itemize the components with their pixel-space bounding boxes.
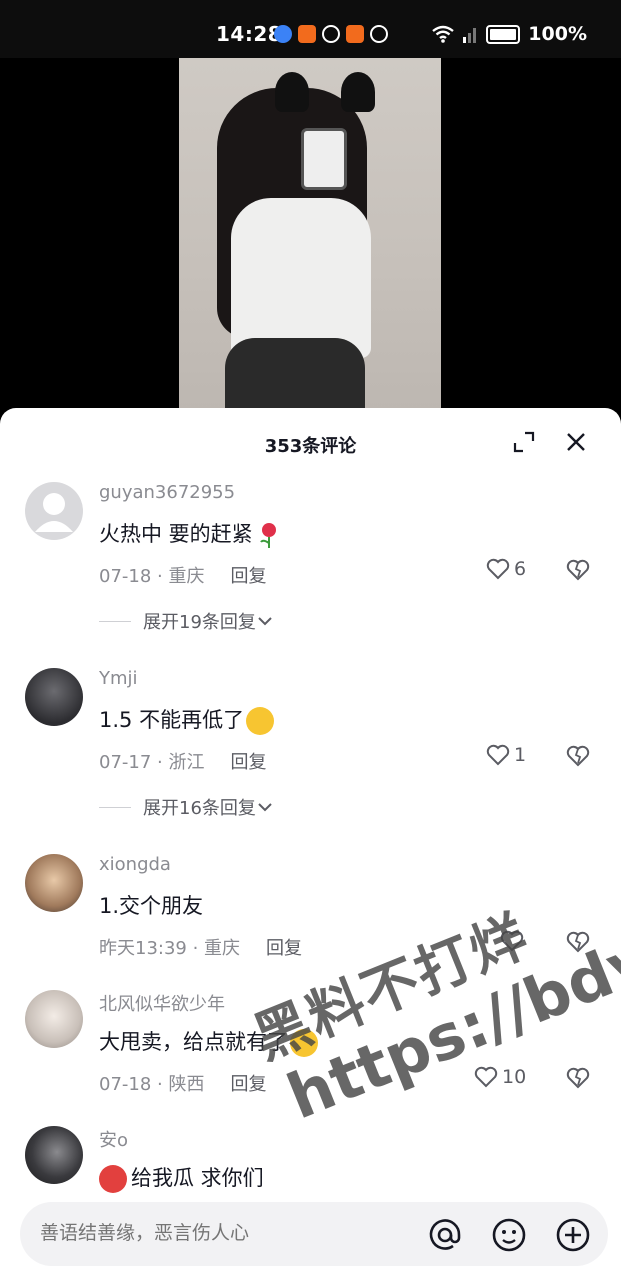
comment-text-content: 给我瓜 求你们 — [131, 1166, 264, 1190]
like-count: 1 — [514, 744, 527, 766]
like-count: 6 — [514, 558, 527, 580]
status-time: 14:28 — [216, 22, 283, 46]
reply-button[interactable]: 回复 — [266, 938, 302, 959]
comment-date: 07-18 — [99, 566, 152, 587]
comment-location: 重庆 — [168, 566, 205, 587]
wifi-icon — [432, 25, 455, 43]
comment-text-content: 大甩卖，给点就有了 — [99, 1030, 288, 1054]
like-button[interactable] — [500, 930, 524, 952]
reply-button[interactable]: 回复 — [230, 752, 266, 773]
comment-meta: 07-17 · 浙江 回复 — [99, 752, 267, 773]
video-player[interactable] — [0, 58, 621, 410]
comment-input-bar — [20, 1202, 608, 1266]
chevron-down-icon — [258, 803, 272, 812]
broken-heart-icon[interactable] — [566, 744, 590, 768]
comment-text: 1.交个朋友 — [99, 894, 204, 918]
like-button[interactable]: 10 — [474, 1066, 526, 1088]
comment-username[interactable]: 安o — [99, 1126, 128, 1152]
broken-heart-icon[interactable] — [566, 558, 590, 582]
divider — [99, 620, 131, 622]
notification-icons — [274, 25, 388, 43]
avatar[interactable] — [25, 1126, 83, 1184]
angry-face-icon — [99, 1165, 127, 1193]
add-icon[interactable] — [554, 1216, 592, 1254]
reply-button[interactable]: 回复 — [230, 566, 266, 587]
comment-username[interactable]: guyan3672955 — [99, 482, 235, 503]
close-icon[interactable] — [564, 430, 588, 454]
heart-icon — [474, 1066, 498, 1088]
cat-ear-left — [275, 72, 309, 112]
like-count: 10 — [502, 1066, 527, 1088]
comment-location: 浙江 — [168, 752, 205, 773]
expand-replies-button[interactable]: 展开19条回复 — [99, 608, 274, 634]
comment-meta: 07-18 · 重庆 回复 — [99, 566, 267, 587]
broken-heart-icon[interactable] — [566, 1066, 590, 1090]
status-right: 100% — [432, 23, 587, 45]
like-button[interactable]: 1 — [486, 744, 526, 766]
comment-location: 重庆 — [204, 938, 241, 959]
chevron-down-icon — [258, 617, 272, 626]
video-shirt — [231, 198, 371, 358]
expand-replies-label: 展开19条回复 — [143, 612, 256, 633]
video-frame — [179, 58, 441, 410]
emoji-icon[interactable] — [490, 1216, 528, 1254]
comment-username[interactable]: Ymji — [99, 668, 138, 689]
avatar[interactable] — [25, 668, 83, 726]
signal-icon — [463, 28, 477, 43]
heart-icon — [500, 930, 524, 952]
comment-text: 给我瓜 求你们 — [99, 1162, 264, 1193]
comment-text-content: 1.5 不能再低了 — [99, 708, 245, 732]
battery-icon — [486, 24, 521, 44]
app-notification-icon — [274, 25, 292, 43]
expand-replies-label: 展开16条回复 — [143, 798, 256, 819]
comment-input[interactable] — [40, 1222, 420, 1244]
comment-meta: 昨天13:39 · 重庆 回复 — [99, 938, 303, 959]
status-bar: 14:28 100% — [0, 0, 621, 58]
comment-text: 火热中 要的赶紧 — [99, 518, 283, 549]
comment-text: 1.5 不能再低了 — [99, 704, 275, 735]
comment-text-content: 火热中 要的赶紧 — [99, 522, 253, 546]
comment-date: 昨天13:39 — [99, 938, 187, 959]
heart-icon — [486, 744, 510, 766]
broken-heart-icon[interactable] — [566, 930, 590, 954]
divider — [99, 806, 131, 808]
comments-sheet: 353条评论 guyan3672955 火热中 要的赶紧 07-18 · 重庆回… — [0, 408, 621, 1280]
comment-date: 07-17 — [99, 752, 152, 773]
comment-username[interactable]: 北风似华欲少年 — [99, 990, 225, 1016]
avatar[interactable] — [25, 854, 83, 912]
heart-icon — [486, 558, 510, 580]
mention-icon[interactable] — [426, 1216, 464, 1254]
comment-text: 大甩卖，给点就有了 — [99, 1026, 318, 1057]
expand-replies-button[interactable]: 展开16条回复 — [99, 794, 274, 820]
like-button[interactable]: 6 — [486, 558, 526, 580]
video-phone — [301, 128, 347, 190]
smug-face-icon — [290, 1029, 318, 1057]
avatar[interactable] — [25, 482, 83, 540]
rose-icon — [255, 521, 283, 549]
comment-username[interactable]: xiongda — [99, 854, 171, 875]
app-notification-icon — [346, 25, 364, 43]
expand-icon[interactable] — [512, 430, 536, 454]
cat-ear-right — [341, 72, 375, 112]
battery-percent: 100% — [528, 23, 587, 45]
video-skirt — [225, 338, 365, 410]
default-avatar-icon — [35, 493, 73, 532]
app-notification-icon — [298, 25, 316, 43]
comment-date: 07-18 — [99, 1074, 152, 1095]
comment-location: 陕西 — [168, 1074, 205, 1095]
hotspot-icon — [322, 25, 340, 43]
comment-meta: 07-18 · 陕西 回复 — [99, 1074, 267, 1095]
flushed-face-icon — [246, 707, 275, 735]
reply-button[interactable]: 回复 — [230, 1074, 266, 1095]
alert-icon — [370, 25, 388, 43]
avatar[interactable] — [25, 990, 83, 1048]
